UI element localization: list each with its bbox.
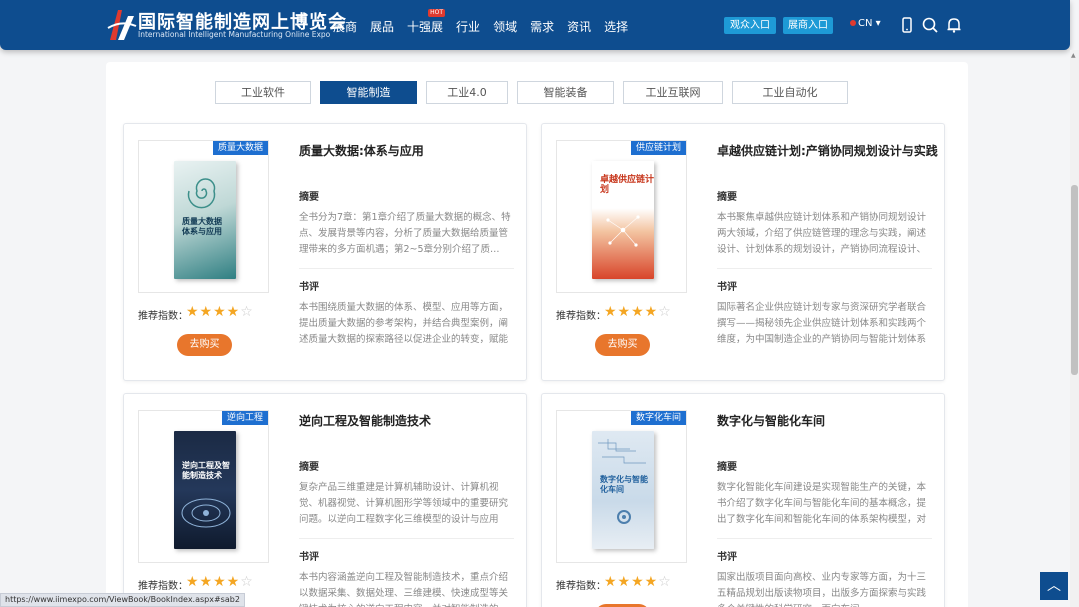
exhibitor-entry-button[interactable]: 展商入口 <box>783 17 833 34</box>
book-cover[interactable]: 质量大数据 质量大数据 体系与应用 <box>138 140 269 293</box>
cover-title: 数字化与智能化车间 <box>600 475 648 494</box>
book-cover[interactable]: 供应链计划 卓越供应链计划 <box>556 140 687 293</box>
spiral-graphic <box>187 178 216 209</box>
book-tag: 逆向工程 <box>221 411 268 425</box>
rating-stars: ★★★★☆ <box>604 304 672 320</box>
tab-industrial-software[interactable]: 工业软件 <box>215 81 311 104</box>
browser-status-url: https://www.iimexpo.com/ViewBook/BookInd… <box>0 593 245 607</box>
nav-news[interactable]: 资讯 <box>567 18 591 35</box>
review-label: 书评 <box>717 282 737 293</box>
cover-title: 卓越供应链计划 <box>600 175 655 195</box>
search-icon[interactable] <box>921 16 939 34</box>
book-title[interactable]: 质量大数据:体系与应用 <box>299 142 424 159</box>
tab-industrial-internet[interactable]: 工业互联网 <box>623 81 723 104</box>
abstract-label: 摘要 <box>717 462 737 473</box>
flag-icon <box>850 20 856 26</box>
book-cover-image: 卓越供应链计划 <box>592 161 654 279</box>
recommend-label: 推荐指数： <box>138 311 188 322</box>
book-cover[interactable]: 数字化车间 数字化与智能化车间 <box>556 410 687 563</box>
book-cover-image: 数字化与智能化车间 <box>592 431 654 549</box>
chevron-up-icon: ︿ <box>1047 578 1061 594</box>
abstract-text: 数字化智能化车间建设是实现智能生产的关键，本书介绍了数字化车间与智能化车间的基本… <box>717 482 927 525</box>
nav-top-ten[interactable]: 十强展 <box>407 9 446 35</box>
book-tag: 质量大数据 <box>212 141 268 155</box>
book-card[interactable]: 数字化车间 数字化与智能化车间 数字化与智能化车间 摘要 数字化智能化车间建设是… <box>541 393 945 607</box>
category-tabs: 工业软件 智能制造 工业4.0 智能装备 工业互联网 工业自动化 <box>215 81 857 104</box>
tab-intelligent-equipment[interactable]: 智能装备 <box>517 81 614 104</box>
scrollbar-thumb[interactable] <box>1071 185 1078 375</box>
abstract-label: 摘要 <box>299 192 319 203</box>
rating-stars: ★★★★☆ <box>604 574 672 590</box>
tab-industrial-automation[interactable]: 工业自动化 <box>732 81 848 104</box>
visitor-entry-button[interactable]: 观众入口 <box>724 17 776 34</box>
abstract-label: 摘要 <box>299 462 319 473</box>
nav-products[interactable]: 展品 <box>370 18 394 35</box>
book-cover-image: 质量大数据 体系与应用 <box>174 161 236 279</box>
site-header: 国际智能制造网上博览会 International Intelligent Ma… <box>0 0 1070 50</box>
tab-industry-4[interactable]: 工业4.0 <box>426 81 508 104</box>
recommend-label: 推荐指数： <box>556 581 606 592</box>
nav-demand[interactable]: 需求 <box>530 18 554 35</box>
circuit-graphic <box>598 439 646 464</box>
book-title[interactable]: 数字化与智能化车间 <box>717 412 825 429</box>
rating-stars: ★★★★☆ <box>186 304 254 320</box>
book-cover[interactable]: 逆向工程 逆向工程及智能制造技术 <box>138 410 269 563</box>
divider <box>717 538 932 539</box>
book-card[interactable]: 供应链计划 卓越供应链计划 卓越供应链计划:产销协同规划设计与实践 摘要 本书聚… <box>541 123 945 381</box>
divider <box>717 268 932 269</box>
abstract-text: 本书聚焦卓越供应链计划体系和产销协同规划设计两大领域，介绍了供应链管理的理念与实… <box>717 212 927 255</box>
book-title[interactable]: 逆向工程及智能制造技术 <box>299 412 431 429</box>
divider <box>299 268 514 269</box>
gear-icon <box>617 510 631 524</box>
tab-intelligent-manufacturing[interactable]: 智能制造 <box>320 81 417 104</box>
rating-stars: ★★★★☆ <box>186 574 254 590</box>
book-tag: 供应链计划 <box>630 141 686 155</box>
review-label: 书评 <box>299 282 319 293</box>
recommend-label: 推荐指数： <box>138 581 188 592</box>
turbine-graphic <box>181 498 231 528</box>
cover-title: 质量大数据 体系与应用 <box>182 217 222 236</box>
language-label: CN <box>858 18 873 29</box>
review-label: 书评 <box>299 552 319 563</box>
nav-select[interactable]: 选择 <box>604 18 628 35</box>
phone-icon[interactable] <box>898 16 916 34</box>
back-to-top-button[interactable]: ︿ <box>1040 572 1068 600</box>
scroll-up-arrow-icon[interactable]: ▲ <box>1071 52 1076 59</box>
book-title[interactable]: 卓越供应链计划:产销协同规划设计与实践 <box>717 142 938 159</box>
nav-industry[interactable]: 行业 <box>456 18 480 35</box>
abstract-label: 摘要 <box>717 192 737 203</box>
review-text: 本书围绕质量大数据的体系、模型、应用等方面，提出质量大数据的参考架构，并结合典型… <box>299 302 509 345</box>
book-tag: 数字化车间 <box>630 411 686 425</box>
nav-fields[interactable]: 领域 <box>493 18 517 35</box>
recommend-label: 推荐指数： <box>556 311 606 322</box>
network-graphic <box>606 215 640 247</box>
buy-button[interactable]: 去购买 <box>595 334 650 356</box>
review-label: 书评 <box>717 552 737 563</box>
expo-logo-icon[interactable] <box>104 6 138 42</box>
main-nav: 展商 展品 十强展 行业 领域 需求 资讯 选择 <box>333 9 641 35</box>
book-card[interactable]: 逆向工程 逆向工程及智能制造技术 逆向工程及智能制造技术 摘要 复杂产品三维重建… <box>123 393 527 607</box>
divider <box>299 538 514 539</box>
abstract-text: 复杂产品三维重建是计算机辅助设计、计算机视觉、机器视觉、计算机图形学等领域中的重… <box>299 482 509 525</box>
book-cover-image: 逆向工程及智能制造技术 <box>174 431 236 549</box>
site-subtitle: International Intelligent Manufacturing … <box>138 30 331 39</box>
review-text: 国际著名企业供应链计划专家与资深研究学者联合撰写——揭秘领先企业供应链计划体系和… <box>717 302 927 345</box>
buy-button[interactable]: 去购买 <box>177 334 232 356</box>
abstract-text: 全书分为7章：第1章介绍了质量大数据的概念、特点、发展背景等内容，分析了质量大数… <box>299 212 511 255</box>
review-text: 国家出版项目面向高校、业内专家等方面，为十三五精品规划出版读物项目，出版多方面探… <box>717 572 927 607</box>
book-card[interactable]: 质量大数据 质量大数据 体系与应用 质量大数据:体系与应用 摘要 全书分为7章：… <box>123 123 527 381</box>
nav-exhibitors[interactable]: 展商 <box>333 18 357 35</box>
cover-title: 逆向工程及智能制造技术 <box>182 461 230 480</box>
bell-icon[interactable] <box>945 16 963 34</box>
review-text: 本书内容涵盖逆向工程及智能制造技术，重点介绍以数据采集、数据处理、三维建模、快速… <box>299 572 509 607</box>
language-select[interactable]: CN ▾ <box>850 18 881 29</box>
